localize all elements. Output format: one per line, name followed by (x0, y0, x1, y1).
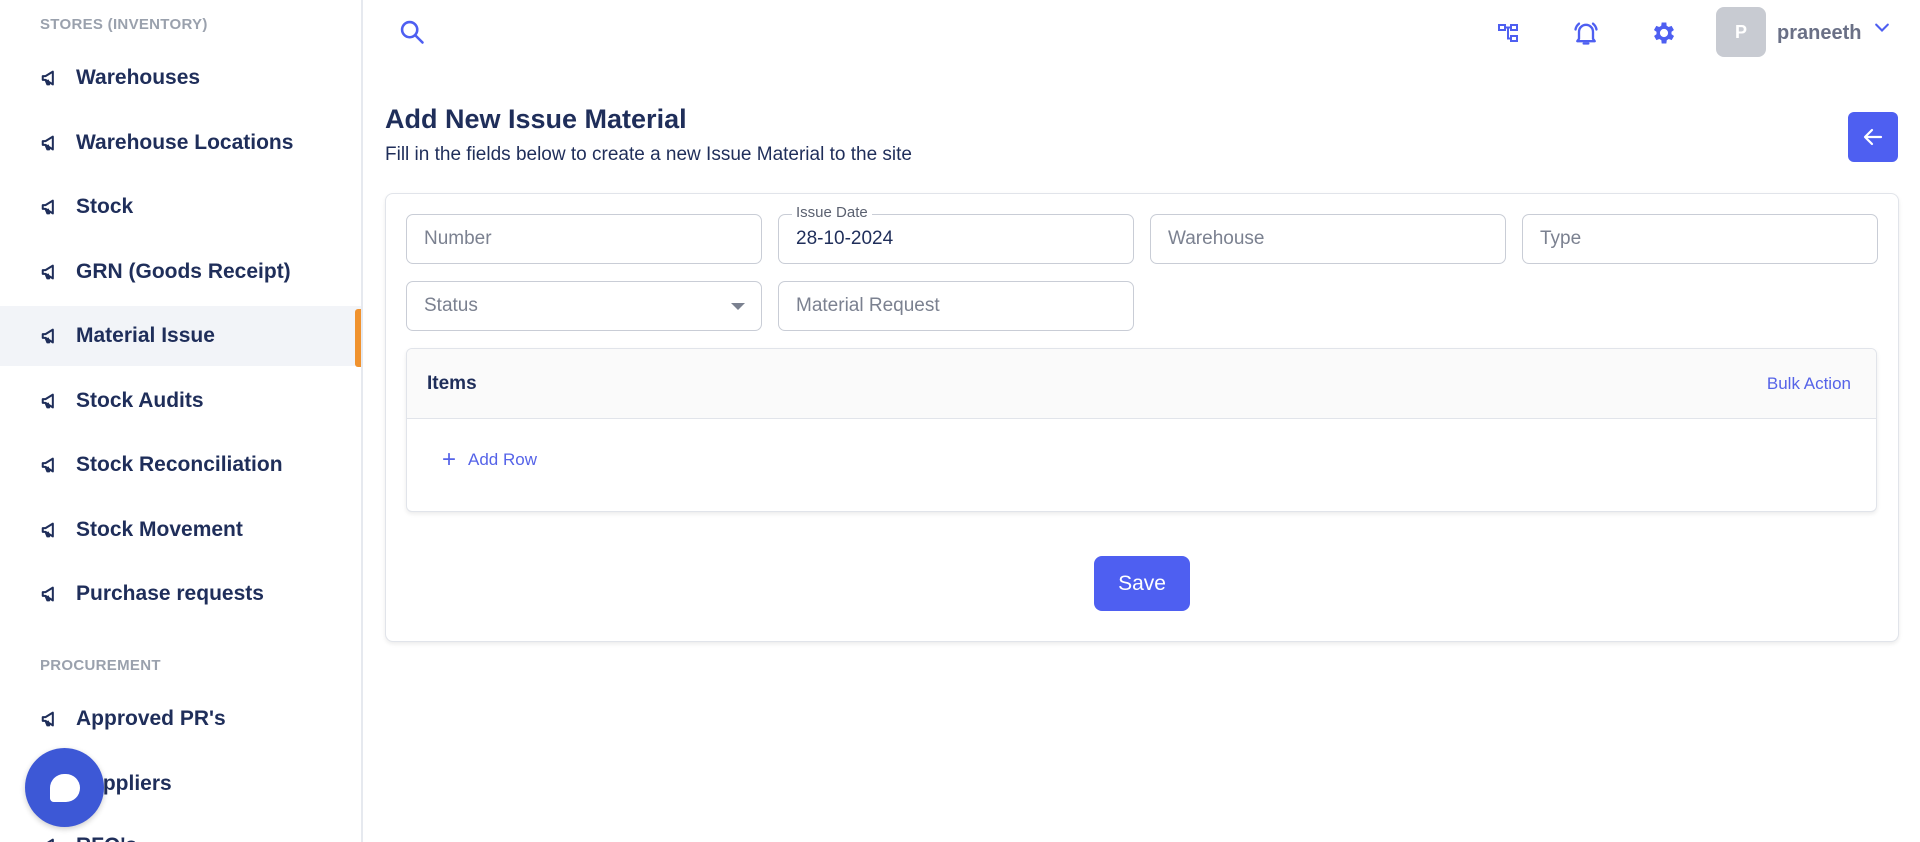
items-panel: Items Bulk Action + Add Row (406, 348, 1877, 512)
sidebar-item-purchase-requests[interactable]: Purchase requests (0, 564, 361, 624)
save-button[interactable]: Save (1094, 556, 1190, 611)
sidebar-item-label: Warehouses (76, 66, 201, 89)
add-row-label: Add Row (468, 450, 537, 469)
number-field[interactable]: Number (406, 214, 762, 264)
megaphone-icon (40, 261, 62, 283)
username-label[interactable]: praneeth (1777, 22, 1861, 45)
add-row-button[interactable]: + Add Row (442, 448, 537, 472)
items-title: Items (427, 372, 477, 394)
dropdown-caret-icon (731, 303, 745, 310)
plus-icon: + (442, 446, 457, 473)
megaphone-icon (40, 132, 62, 154)
bell-icon[interactable] (1569, 16, 1603, 50)
sidebar-item-stock-reconciliation[interactable]: Stock Reconciliation (0, 435, 361, 495)
sidebar-item-label: Stock Movement (76, 518, 243, 541)
sidebar-item-label: Stock Reconciliation (76, 453, 283, 476)
megaphone-icon (40, 519, 62, 541)
sidebar-item-label: Stock Audits (76, 389, 204, 412)
issue-material-form: Number Issue Date 28-10-2024 Warehouse T… (385, 193, 1899, 642)
issue-date-label: Issue Date (792, 204, 872, 221)
sidebar-item-label: Material Issue (76, 324, 215, 347)
sidebar-item-label: Approved PR's (76, 707, 226, 730)
bulk-action-link[interactable]: Bulk Action (1767, 374, 1851, 394)
megaphone-icon (40, 708, 62, 730)
sidebar-item-approved-prs[interactable]: Approved PR's (0, 689, 361, 749)
items-header: Items Bulk Action (407, 349, 1876, 419)
page-subtitle: Fill in the fields below to create a new… (385, 144, 912, 165)
sidebar-item-warehouse-locations[interactable]: Warehouse Locations (0, 113, 361, 173)
gear-icon[interactable] (1647, 16, 1681, 50)
sidebar-item-grn[interactable]: GRN (Goods Receipt) (0, 242, 361, 302)
warehouse-placeholder: Warehouse (1168, 228, 1265, 249)
sidebar-item-warehouses[interactable]: Warehouses (0, 48, 361, 108)
type-placeholder: Type (1540, 228, 1582, 249)
section-title-procurement: PROCUREMENT (40, 657, 161, 674)
sidebar-item-label: Warehouse Locations (76, 131, 294, 154)
sidebar-item-label: Purchase requests (76, 582, 264, 605)
megaphone-icon (40, 67, 62, 89)
sidebar-item-material-issue[interactable]: Material Issue (0, 306, 361, 367)
chat-launcher-button[interactable] (25, 748, 104, 827)
megaphone-icon (40, 454, 62, 476)
megaphone-icon (40, 196, 62, 218)
number-placeholder: Number (424, 228, 492, 249)
arrow-left-icon (1863, 128, 1883, 146)
sidebar-item-stock[interactable]: Stock (0, 177, 361, 237)
megaphone-icon (40, 390, 62, 412)
megaphone-icon (40, 325, 62, 347)
issue-date-value: 28-10-2024 (796, 228, 894, 249)
chat-bubble-icon (49, 773, 80, 802)
type-field[interactable]: Type (1522, 214, 1878, 264)
status-select[interactable]: Status (406, 281, 762, 331)
sitemap-icon[interactable] (1491, 16, 1525, 50)
sidebar-item-label: GRN (Goods Receipt) (76, 260, 291, 283)
search-icon[interactable] (398, 18, 428, 48)
sidebar-item-label: RFQ's (76, 834, 137, 842)
material-request-placeholder: Material Request (796, 295, 940, 316)
material-request-field[interactable]: Material Request (778, 281, 1134, 331)
sidebar: STORES (INVENTORY) Warehouses Warehouse … (0, 0, 363, 842)
sidebar-item-stock-movement[interactable]: Stock Movement (0, 500, 361, 560)
megaphone-icon (40, 583, 62, 605)
page-title: Add New Issue Material (385, 104, 687, 134)
warehouse-field[interactable]: Warehouse (1150, 214, 1506, 264)
sidebar-item-label: Stock (76, 195, 134, 218)
back-button[interactable] (1848, 112, 1898, 162)
chevron-down-icon[interactable] (1872, 18, 1892, 38)
section-title-inventory: STORES (INVENTORY) (40, 16, 208, 33)
megaphone-icon (40, 835, 62, 842)
sidebar-item-stock-audits[interactable]: Stock Audits (0, 371, 361, 431)
issue-date-field[interactable]: Issue Date 28-10-2024 (778, 204, 1134, 264)
status-placeholder: Status (424, 295, 478, 316)
avatar[interactable]: P (1716, 7, 1766, 57)
